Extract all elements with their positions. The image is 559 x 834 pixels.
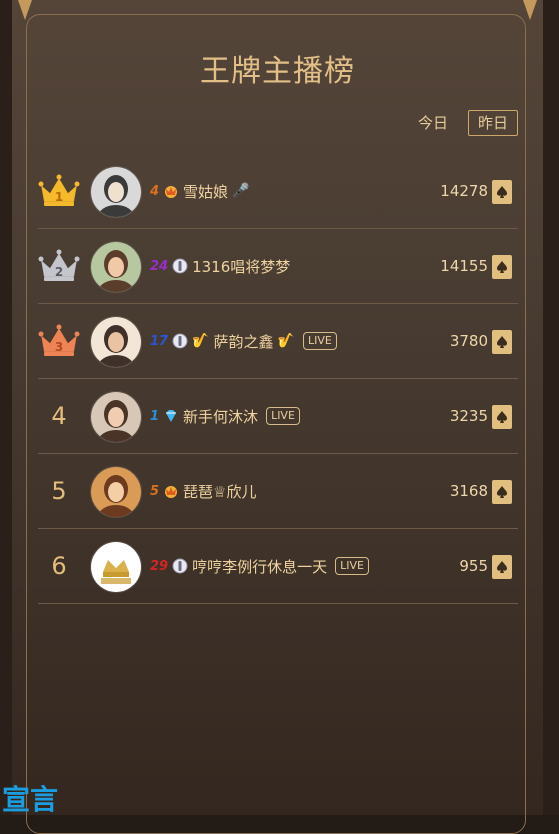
score-value: 3168 [449, 482, 488, 500]
user-level: 5 [150, 483, 160, 499]
anchor-name[interactable]: 新手何沐沐 [183, 406, 258, 427]
rank-cell: 1 [38, 154, 80, 228]
anchor-name[interactable]: 雪姑娘 [183, 181, 228, 202]
page-title: 王牌主播榜 [200, 54, 355, 89]
ranking-row[interactable]: 3 17 🎷 萨韵之鑫 🎷 LIVE 3780 [38, 304, 518, 379]
live-badge: LIVE [335, 557, 369, 575]
spade-icon[interactable] [492, 330, 512, 354]
avatar[interactable] [90, 316, 142, 368]
name-decoration-icon: 🎤 [232, 183, 250, 199]
live-badge: LIVE [266, 407, 300, 425]
crown-badge-icon [163, 483, 179, 499]
date-tabs: 今日 昨日 [418, 110, 518, 136]
rank-number: 6 [51, 552, 67, 580]
shield-badge-icon [172, 258, 188, 274]
ranking-row[interactable]: 2 24 1316唱将梦梦 14155 [38, 229, 518, 304]
ranking-panel: 王牌主播榜 今日 昨日 1 4 雪姑娘 🎤 14278 2 24 1316唱将梦梦 14155 3… [12, 0, 543, 834]
rank-cell: 5 [38, 454, 80, 528]
rank-crown-icon: 2 [38, 248, 80, 284]
rank-cell: 3 [38, 304, 80, 378]
user-level: 1 [150, 408, 160, 424]
rank-crown-icon: 3 [38, 323, 80, 359]
avatar[interactable] [90, 166, 142, 218]
name-decoration-icon: 🎷 [277, 333, 295, 349]
score-value: 3235 [449, 407, 488, 425]
avatar[interactable] [90, 241, 142, 293]
anchor-info: 17 🎷 萨韵之鑫 🎷 LIVE [150, 304, 337, 378]
crown-badge-icon [163, 183, 179, 199]
rank-cell: 6 [38, 529, 80, 603]
ranking-row[interactable]: 4 1 新手何沐沐 LIVE 3235 [38, 379, 518, 454]
anchor-name[interactable]: 琵琶♕欣儿 [183, 481, 256, 502]
corner-ornament-icon [16, 0, 34, 22]
rank-number: 3 [54, 340, 64, 354]
avatar[interactable] [90, 541, 142, 593]
ranking-list: 1 4 雪姑娘 🎤 14278 2 24 1316唱将梦梦 14155 3 17 🎷 萨韵之鑫 🎷 LIVE… [38, 154, 518, 604]
anchor-info: 1 新手何沐沐 LIVE [150, 379, 300, 453]
score-value: 955 [459, 557, 488, 575]
user-level: 4 [150, 183, 160, 199]
spade-icon[interactable] [492, 405, 512, 429]
anchor-name[interactable]: 1316唱将梦梦 [192, 256, 290, 277]
spade-icon[interactable] [492, 480, 512, 504]
spade-icon[interactable] [492, 555, 512, 579]
avatar[interactable] [90, 466, 142, 518]
anchor-info: 29 哼哼李例行休息一天 LIVE [150, 529, 369, 603]
user-level: 29 [150, 558, 169, 574]
anchor-info: 5 琵琶♕欣儿 [150, 454, 257, 528]
corner-ornament-icon [521, 0, 539, 22]
user-level: 24 [150, 258, 169, 274]
ranking-row[interactable]: 5 5 琵琶♕欣儿 3168 [38, 454, 518, 529]
user-level: 17 [150, 333, 169, 349]
right-border [543, 0, 559, 815]
score-value: 3780 [449, 332, 488, 350]
rank-number: 2 [54, 265, 64, 279]
avatar[interactable] [90, 391, 142, 443]
rank-number: 4 [51, 402, 67, 430]
anchor-info: 24 1316唱将梦梦 [150, 229, 290, 303]
live-badge: LIVE [302, 332, 337, 350]
watermark-text: 宣言 [2, 783, 59, 816]
rank-crown-icon: 1 [38, 173, 80, 209]
rank-number: 5 [51, 477, 67, 505]
shield-badge-icon [172, 558, 188, 574]
score-value: 14155 [440, 257, 488, 275]
diamond-badge-icon [163, 408, 179, 424]
rank-cell: 2 [38, 229, 80, 303]
ranking-row[interactable]: 6 29 哼哼李例行休息一天 LIVE 955 [38, 529, 518, 604]
score-value: 14278 [440, 182, 488, 200]
rank-number: 1 [54, 190, 64, 204]
rank-cell: 4 [38, 379, 80, 453]
left-border [0, 0, 12, 815]
shield-badge-icon [172, 333, 188, 349]
anchor-info: 4 雪姑娘 🎤 [150, 154, 250, 228]
anchor-name[interactable]: 萨韵之鑫 [214, 331, 274, 352]
tab-yesterday[interactable]: 昨日 [467, 110, 518, 136]
ranking-row[interactable]: 1 4 雪姑娘 🎤 14278 [38, 154, 518, 229]
anchor-name[interactable]: 哼哼李例行休息一天 [192, 556, 327, 577]
spade-icon[interactable] [492, 180, 512, 204]
spade-icon[interactable] [492, 255, 512, 279]
name-decoration-icon: 🎷 [192, 333, 210, 349]
tab-today[interactable]: 今日 [418, 110, 448, 136]
